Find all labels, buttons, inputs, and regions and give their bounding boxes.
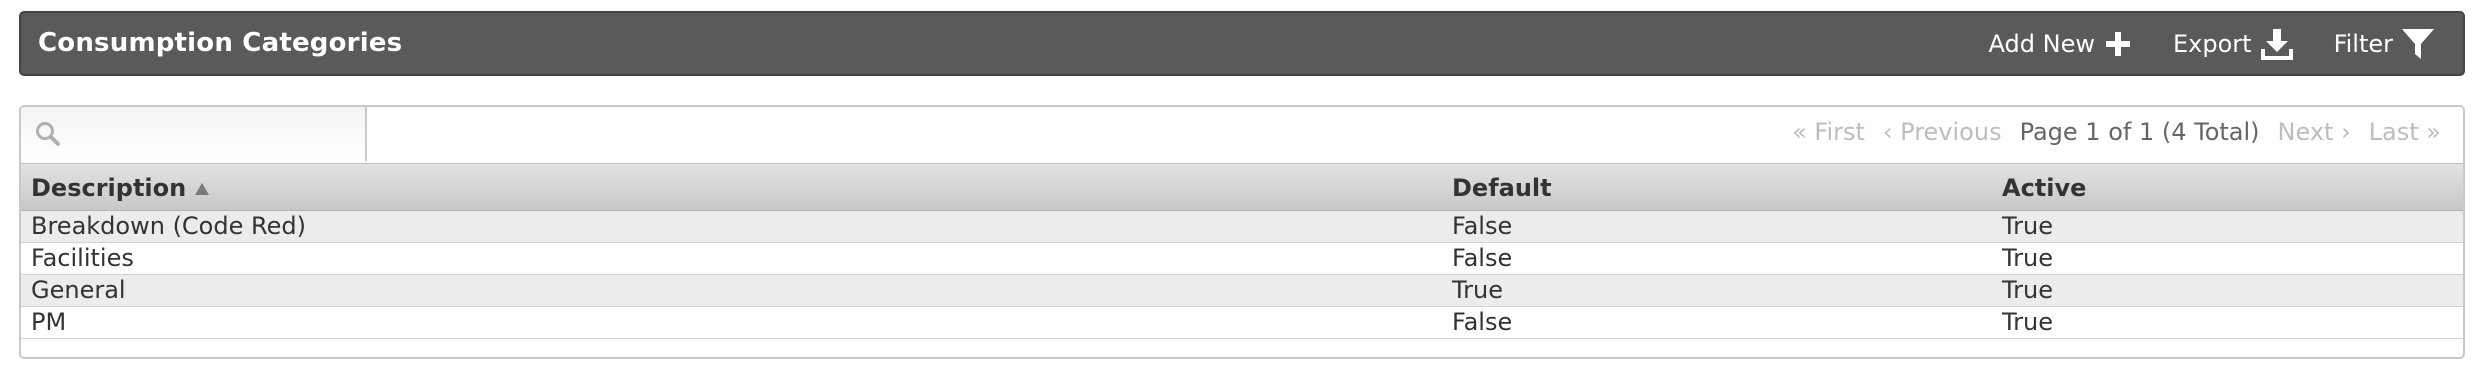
table-row[interactable]: General True True (21, 275, 2463, 307)
sort-ascending-icon (194, 175, 210, 203)
page-header: Consumption Categories Add New Export Fi… (19, 11, 2465, 76)
table-row[interactable]: Facilities False True (21, 243, 2463, 275)
plus-icon (2103, 29, 2133, 59)
search-icon (35, 121, 61, 151)
cell-active: True (2002, 244, 2053, 272)
add-new-label: Add New (1988, 30, 2095, 58)
table-row[interactable]: Breakdown (Code Red) False True (21, 211, 2463, 243)
export-label: Export (2173, 30, 2252, 58)
search-input[interactable] (71, 115, 355, 155)
export-button[interactable]: Export (2173, 27, 2294, 61)
cell-default: False (1452, 212, 1513, 240)
cell-default: True (1452, 276, 1503, 304)
cell-active: True (2002, 212, 2053, 240)
pagination: « First ‹ Previous Page 1 of 1 (4 Total)… (1774, 118, 2441, 146)
pager-last[interactable]: Last » (2369, 118, 2441, 146)
cell-description: Breakdown (Code Red) (31, 212, 306, 240)
cell-active: True (2002, 276, 2053, 304)
pager-info: Page 1 of 1 (4 Total) (2019, 118, 2260, 146)
column-header-default[interactable]: Default (1452, 174, 1552, 202)
add-new-button[interactable]: Add New (1989, 29, 2133, 59)
search-box[interactable] (21, 107, 367, 161)
filter-icon (2401, 27, 2435, 61)
column-header-active[interactable]: Active (2002, 174, 2086, 202)
cell-description: General (31, 276, 126, 304)
cell-description: Facilities (31, 244, 134, 272)
cell-active: True (2002, 308, 2053, 336)
header-actions: Add New Export Filter (1949, 24, 2435, 64)
cell-default: False (1452, 308, 1513, 336)
cell-default: False (1452, 244, 1513, 272)
page-title: Consumption Categories (38, 28, 403, 58)
data-grid: « First ‹ Previous Page 1 of 1 (4 Total)… (19, 105, 2465, 359)
column-header-description[interactable]: Description (31, 174, 210, 203)
table-row[interactable]: PM False True (21, 307, 2463, 339)
column-header-label: Description (31, 174, 187, 202)
grid-toolbar: « First ‹ Previous Page 1 of 1 (4 Total)… (21, 107, 2463, 163)
pager-next[interactable]: Next › (2278, 118, 2351, 146)
cell-description: PM (31, 308, 67, 336)
pager-first[interactable]: « First (1792, 118, 1865, 146)
filter-button[interactable]: Filter (2334, 27, 2435, 61)
download-icon (2260, 27, 2294, 61)
pager-previous[interactable]: ‹ Previous (1883, 118, 2002, 146)
table-header: Description Default Active (21, 163, 2463, 211)
filter-label: Filter (2333, 30, 2393, 58)
